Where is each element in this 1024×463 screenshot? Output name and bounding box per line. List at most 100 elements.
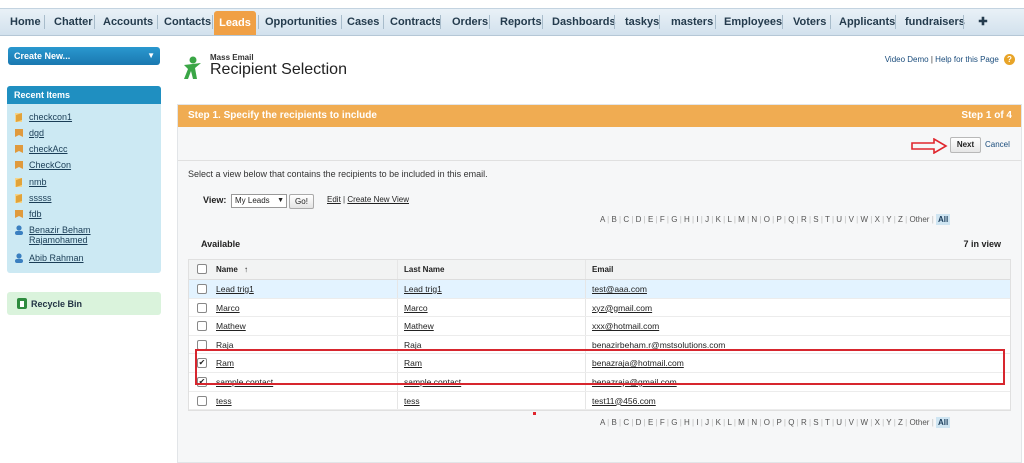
column-divider [585,317,586,335]
recent-item-label: Benazir Beham Rajamohamed [29,225,91,245]
column-header-email[interactable]: Email [592,265,613,274]
row-last-name-link[interactable]: tess [404,396,420,406]
mass-email-person-icon [184,56,201,79]
help-link[interactable]: Help for this Page [935,55,999,64]
row-checkbox[interactable] [197,284,207,294]
select-all-checkbox[interactable] [197,264,207,274]
row-last-name-link[interactable]: Mathew [404,321,434,331]
recent-item[interactable]: checkcon1 [14,112,129,123]
column-header-last-name[interactable]: Last Name [404,265,444,274]
alpha-filter-letter[interactable]: All [936,214,951,225]
create-new-view-link[interactable]: Create New View [347,195,409,204]
edit-view-link[interactable]: Edit [327,195,341,204]
row-email-link[interactable]: xxx@hotmail.com [592,321,659,331]
recycle-bin-label: Recycle Bin [31,299,83,309]
nav-tab-11[interactable]: taskys [625,9,659,35]
column-divider [397,317,398,335]
go-button[interactable]: Go! [289,194,314,209]
nav-tab-9[interactable]: Reports [500,9,542,35]
alpha-filter-letter[interactable]: M [738,215,745,224]
nav-separator [258,15,259,29]
nav-tab-17[interactable]: ✚ [978,9,988,35]
view-select[interactable]: My Leads ▼ [231,194,287,208]
create-new-dropdown[interactable]: Create New... ▼ [8,47,160,65]
recent-item[interactable]: Benazir Beham Rajamohamed [14,225,129,245]
nav-tab-10[interactable]: Dashboards [552,9,616,35]
nav-tab-6[interactable]: Cases [347,9,379,35]
column-divider [585,260,586,279]
nav-tab-14[interactable]: Voters [793,9,826,35]
recipients-table: Name ↑ Last Name Email Lead trig1 Lead tr… [188,259,1011,412]
lead-icon [14,193,24,203]
row-email-link[interactable]: test11@456.com [592,396,656,406]
nav-tab-7[interactable]: Contracts [390,9,441,35]
view-links: Edit | Create New View [327,195,409,204]
recent-item-label: dgd [29,128,45,138]
divider [178,160,1021,161]
table-row: Mathew Mathew xxx@hotmail.com [189,317,1010,336]
row-email-link[interactable]: xyz@gmail.com [592,303,652,313]
column-divider [397,260,398,279]
nav-tab-13[interactable]: Employees [724,9,782,35]
recent-item[interactable]: fdb [14,209,129,220]
next-button[interactable]: Next [950,137,981,153]
row-checkbox[interactable] [197,321,207,332]
nav-tab-2[interactable]: Accounts [103,9,153,35]
alpha-filter-letter[interactable]: All [936,417,951,428]
recent-item[interactable]: CheckCon [14,160,129,171]
row-name-link[interactable]: tess [216,396,232,406]
help-question-icon[interactable]: ? [1004,54,1015,65]
lead-icon [14,112,24,122]
alpha-filter-letter[interactable]: W [860,215,868,224]
nav-separator [94,15,95,29]
nav-tab-0[interactable]: Home [10,9,41,35]
nav-tab-8[interactable]: Orders [452,9,488,35]
column-divider [585,280,586,298]
nav-separator [44,15,45,29]
chevron-down-icon: ▼ [147,51,155,60]
recent-item[interactable]: Abib Rahman [14,253,129,264]
recent-item-label: Abib Rahman [29,253,84,263]
video-demo-link[interactable]: Video Demo [885,55,929,64]
recent-item[interactable]: nmb [14,177,129,188]
row-checkbox[interactable] [197,302,207,313]
nav-tab-1[interactable]: Chatter [54,9,93,35]
alpha-filter-letter[interactable]: M [738,418,745,427]
nav-tab-12[interactable]: masters [671,9,713,35]
nav-separator [489,15,490,29]
alpha-filter-letter[interactable]: Other [909,215,929,224]
nav-tab-16[interactable]: fundraisers [905,9,965,35]
arrow-right-icon [911,138,948,154]
row-last-name-link[interactable]: Lead trig1 [404,284,442,294]
row-name-link[interactable]: Mathew [216,321,246,331]
nav-separator [341,15,342,29]
alphabet-filter-top: A | B | C | D | E | F | G | H | I | J | … [600,214,951,225]
recent-item[interactable]: dgd [14,128,129,139]
row-name-link[interactable]: Lead trig1 [216,284,254,294]
row-name-link[interactable]: Marco [216,303,240,313]
table-header: Name ↑ Last Name Email [189,260,1010,280]
recycle-bin-link[interactable]: Recycle Bin [7,292,161,315]
view-select-value: My Leads [235,196,270,205]
contact-icon [14,225,24,235]
row-email-link[interactable]: test@aaa.com [592,284,647,294]
cancel-link[interactable]: Cancel [985,140,1010,149]
table-row: Lead trig1 Lead trig1 test@aaa.com [189,280,1010,299]
nav-tab-15[interactable]: Applicants [839,9,895,35]
nav-separator [383,15,384,29]
chevron-down-icon: ▼ [277,197,284,204]
row-last-name-link[interactable]: Marco [404,303,428,313]
alpha-filter-letter[interactable]: W [860,418,868,427]
recent-item-label: checkcon1 [29,112,73,122]
nav-tab-3[interactable]: Contacts [164,9,211,35]
recent-item[interactable]: sssss [14,193,129,204]
row-checkbox[interactable] [197,395,207,406]
column-header-name[interactable]: Name ↑ [216,265,248,274]
recent-item[interactable]: checkAcc [14,144,129,155]
create-new-label: Create New... [14,51,71,61]
annotation-dot [533,412,536,415]
column-divider [585,298,586,317]
nav-tab-5[interactable]: Opportunities [265,9,337,35]
nav-tab-4[interactable]: Leads [214,11,256,35]
alpha-filter-letter[interactable]: Other [909,418,929,427]
